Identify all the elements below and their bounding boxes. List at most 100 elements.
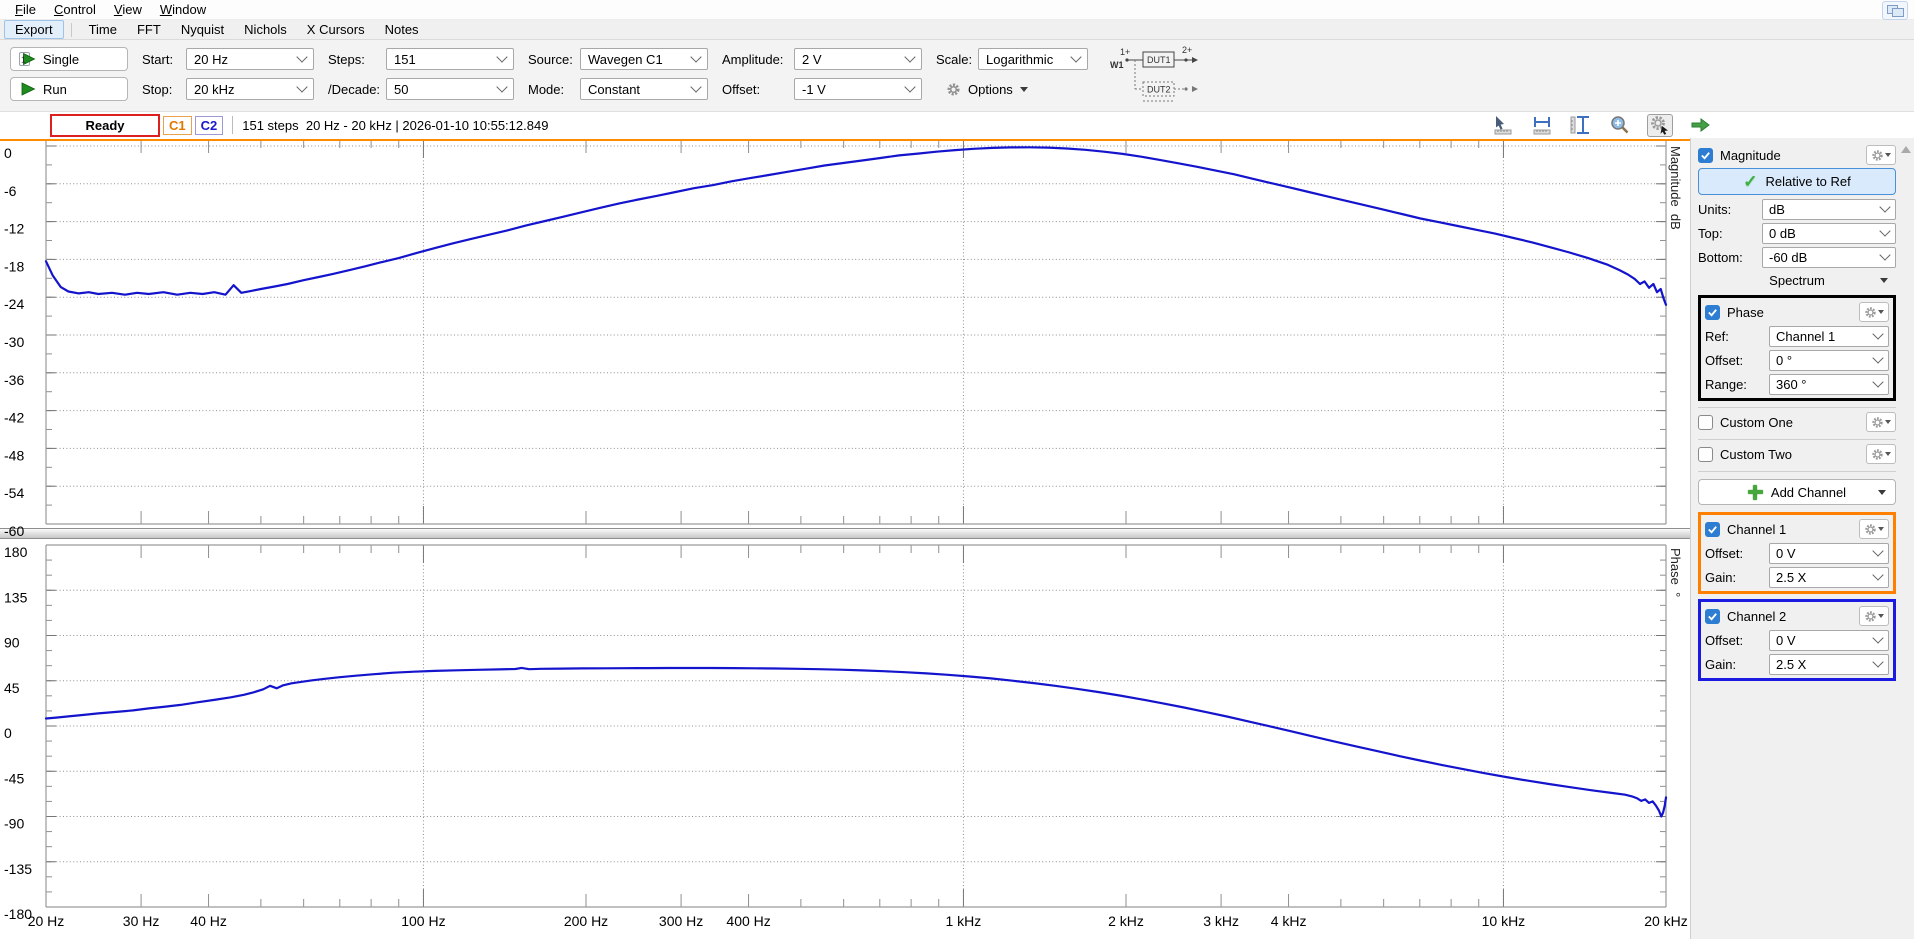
tab-nyquist[interactable]: Nyquist xyxy=(171,21,234,38)
phase-checkbox[interactable] xyxy=(1705,305,1720,320)
y-axis-label: -18 xyxy=(4,258,24,274)
offset-select[interactable]: -1 V xyxy=(794,78,922,100)
relative-to-ref-button[interactable]: ✓ Relative to Ref xyxy=(1698,168,1896,195)
caret-down-icon xyxy=(1880,278,1888,283)
source-select[interactable]: Wavegen C1 xyxy=(580,48,708,70)
chevron-down-icon xyxy=(1872,569,1883,580)
chevron-down-icon xyxy=(296,81,307,92)
green-arrow-icon[interactable] xyxy=(1688,115,1712,136)
separator xyxy=(1698,471,1896,472)
chevron-down-icon xyxy=(904,81,915,92)
x-axis-tick-label: 4 kHz xyxy=(1271,913,1307,929)
steps-select[interactable]: 151 xyxy=(386,48,514,70)
tab-notes[interactable]: Notes xyxy=(375,21,429,38)
channel-1-checkbox[interactable] xyxy=(1705,522,1720,537)
tab-fft[interactable]: FFT xyxy=(127,21,171,38)
channel-1-settings-button[interactable] xyxy=(1859,519,1889,539)
plus-icon xyxy=(1748,485,1763,500)
top-label: Top: xyxy=(1698,226,1762,241)
x-axis-tick-label: 1 kHz xyxy=(945,913,981,929)
panel-scrollbar[interactable] xyxy=(1898,138,1913,939)
x-cursors-icon[interactable] xyxy=(1530,115,1554,136)
tab-nichols[interactable]: Nichols xyxy=(234,21,297,38)
top-select[interactable]: 0 dB xyxy=(1762,223,1896,244)
scroll-up-icon[interactable] xyxy=(1901,146,1911,153)
gear-icon xyxy=(946,82,961,97)
custom-one-checkbox[interactable] xyxy=(1698,415,1713,430)
start-select[interactable]: 20 Hz xyxy=(186,48,314,70)
y-axis-label: -36 xyxy=(4,372,24,388)
magnitude-checkbox[interactable] xyxy=(1698,148,1713,163)
add-channel-button[interactable]: Add Channel xyxy=(1698,479,1896,505)
custom-two-checkbox[interactable] xyxy=(1698,447,1713,462)
bottom-select[interactable]: -60 dB xyxy=(1762,247,1896,268)
main-area: 0-6-12-18-24-30-36-42-48-54-60 180135904… xyxy=(0,138,1914,939)
chevron-down-icon xyxy=(496,81,507,92)
zoom-icon[interactable] xyxy=(1608,115,1632,136)
stop-select[interactable]: 20 kHz xyxy=(186,78,314,100)
units-select[interactable]: dB xyxy=(1762,199,1896,220)
magnitude-plot[interactable]: 0-6-12-18-24-30-36-42-48-54-60 xyxy=(0,138,1690,530)
mode-select[interactable]: Constant xyxy=(580,78,708,100)
channel-2-settings-button[interactable] xyxy=(1859,606,1889,626)
source-label: Source: xyxy=(514,52,580,67)
chevron-down-icon xyxy=(1879,249,1890,260)
chevron-down-icon xyxy=(1872,376,1883,387)
magnitude-axis-title: Magnitude dB xyxy=(1668,146,1683,230)
x-axis-tick-label: 20 Hz xyxy=(28,913,65,929)
y-axis-label: 135 xyxy=(4,589,28,605)
channel-2-offset-select[interactable]: 0 V xyxy=(1769,630,1889,651)
channel2-badge[interactable]: C2 xyxy=(195,116,224,135)
channel-1-offset-select[interactable]: 0 V xyxy=(1769,543,1889,564)
toolbar: 1 Single Start: 20 Hz Steps: 151 Source:… xyxy=(0,40,1914,112)
chevron-down-icon xyxy=(1879,225,1890,236)
tab-x-cursors[interactable]: X Cursors xyxy=(297,21,375,38)
channel-2-checkbox[interactable] xyxy=(1705,609,1720,624)
menu-control[interactable]: Control xyxy=(45,1,105,18)
ref-select[interactable]: Channel 1 xyxy=(1769,326,1889,347)
phase-plot[interactable]: 18013590450-45-90-135-180 xyxy=(0,540,1690,932)
custom-one-section: Custom One xyxy=(1698,411,1896,433)
channel1-badge[interactable]: C1 xyxy=(163,116,192,135)
caret-down-icon xyxy=(1020,87,1028,92)
range-select[interactable]: 360 ° xyxy=(1769,374,1889,395)
magnitude-settings-button[interactable] xyxy=(1866,145,1896,165)
menu-bar: File Control View Window xyxy=(0,0,1914,20)
chevron-down-icon xyxy=(1879,201,1890,212)
scale-select[interactable]: Logarithmic xyxy=(978,48,1088,70)
cursor-measure-icon[interactable] xyxy=(1491,115,1515,136)
tab-bar: Export Time FFT Nyquist Nichols X Cursor… xyxy=(0,20,1914,40)
per-decade-select[interactable]: 50 xyxy=(386,78,514,100)
channel-1-gain-select[interactable]: 2.5 X xyxy=(1769,567,1889,588)
plot-settings-icon[interactable] xyxy=(1647,114,1673,137)
y-axis-label: 0 xyxy=(4,145,12,161)
amplitude-select[interactable]: 2 V xyxy=(794,48,922,70)
data-curve xyxy=(46,668,1666,817)
menu-file[interactable]: File xyxy=(6,1,45,18)
custom-two-settings-button[interactable] xyxy=(1866,444,1896,464)
phase-offset-select[interactable]: 0 ° xyxy=(1769,350,1889,371)
y-axis-label: -54 xyxy=(4,485,24,501)
y-axis-label: 0 xyxy=(4,725,12,741)
tab-export[interactable]: Export xyxy=(4,20,64,39)
cascade-windows-icon[interactable] xyxy=(1882,1,1908,20)
magnitude-section-title: Magnitude xyxy=(1720,148,1859,163)
channel-2-gain-select[interactable]: 2.5 X xyxy=(1769,654,1889,675)
svg-text:DUT1: DUT1 xyxy=(1147,55,1171,65)
options-button[interactable]: Options xyxy=(936,77,1038,101)
caret-down-icon xyxy=(1878,614,1884,618)
custom-one-settings-button[interactable] xyxy=(1866,412,1896,432)
run-button[interactable]: Run xyxy=(10,77,128,101)
x-axis-tick-label: 400 Hz xyxy=(726,913,770,929)
caret-down-icon xyxy=(1878,490,1886,495)
single-button[interactable]: 1 Single xyxy=(10,47,128,71)
spectrum-dropdown[interactable]: Spectrum xyxy=(1698,270,1896,290)
phase-settings-button[interactable] xyxy=(1859,302,1889,322)
menu-view[interactable]: View xyxy=(105,1,151,18)
menu-window[interactable]: Window xyxy=(151,1,215,18)
x-axis-tick-label: 2 kHz xyxy=(1108,913,1144,929)
y-cursors-icon[interactable] xyxy=(1569,115,1593,136)
phase-section-title: Phase xyxy=(1727,305,1852,320)
tab-time[interactable]: Time xyxy=(79,21,127,38)
y-axis-label: -30 xyxy=(4,334,24,350)
